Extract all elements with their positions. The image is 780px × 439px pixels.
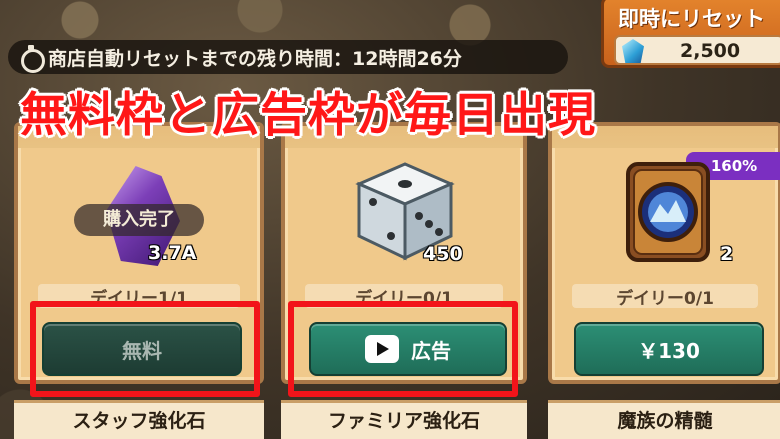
- stopwatch-icon: [20, 45, 45, 73]
- item-quantity: 2: [720, 243, 734, 265]
- price-label: ￥130: [638, 338, 700, 363]
- instant-reset-button[interactable]: 即時にリセット 2,500: [601, 0, 780, 68]
- instant-reset-label: 即時にリセット: [618, 7, 765, 31]
- daily-limit: デイリー0/1: [616, 289, 714, 309]
- purchased-badge: 購入完了: [74, 204, 204, 236]
- item-name: スタッフ強化石: [14, 400, 264, 439]
- item-name: ファミリア強化石: [281, 400, 527, 439]
- gem-icon: [622, 39, 644, 63]
- highlight-frame-ad: [288, 301, 518, 397]
- shop-card-demon-essence: 160% 2 デイリー0/1 ￥130: [548, 122, 780, 384]
- item-quantity: 450: [423, 243, 463, 265]
- instant-reset-price: 2,500: [680, 40, 741, 62]
- reset-timer-text: 商店自動リセットまでの残り時間：12時間26分: [48, 47, 462, 70]
- instant-reset-price-box: 2,500: [614, 35, 780, 65]
- portal-card-icon: [626, 162, 710, 262]
- item-quantity: 3.7A: [148, 242, 197, 264]
- highlight-frame-free: [30, 301, 260, 397]
- shop-reset-timer: 商店自動リセットまでの残り時間：12時間26分: [8, 40, 568, 74]
- overlay-headline: 無料枠と広告枠が毎日出現: [20, 88, 596, 143]
- item-name: 魔族の精髄: [548, 400, 780, 439]
- purchase-button[interactable]: ￥130: [574, 322, 764, 376]
